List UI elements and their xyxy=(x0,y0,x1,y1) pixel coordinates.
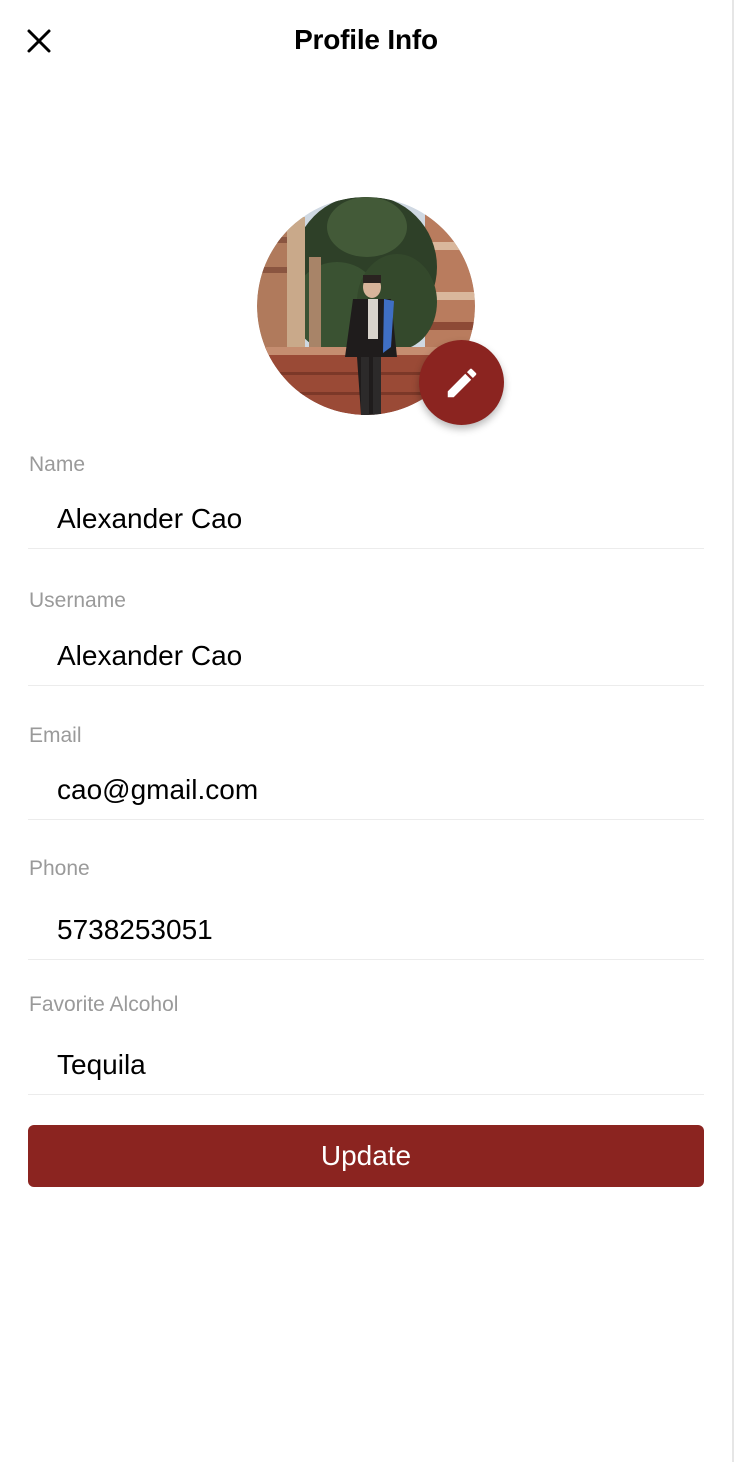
email-label: Email xyxy=(29,724,82,747)
username-input[interactable] xyxy=(28,626,704,686)
header: Profile Info xyxy=(0,0,732,82)
name-input[interactable] xyxy=(28,489,704,549)
name-label: Name xyxy=(29,453,86,476)
window-edge xyxy=(732,0,734,1462)
email-input[interactable] xyxy=(28,760,704,820)
username-label: Username xyxy=(29,589,126,612)
favorite-alcohol-label: Favorite Alcohol xyxy=(29,993,179,1016)
edit-photo-button[interactable] xyxy=(419,340,504,425)
favorite-alcohol-input[interactable] xyxy=(28,1035,704,1095)
pencil-icon xyxy=(447,368,476,397)
update-button[interactable]: Update xyxy=(28,1125,704,1187)
page-title: Profile Info xyxy=(294,24,438,55)
phone-input[interactable] xyxy=(28,900,704,960)
phone-label: Phone xyxy=(29,857,90,880)
